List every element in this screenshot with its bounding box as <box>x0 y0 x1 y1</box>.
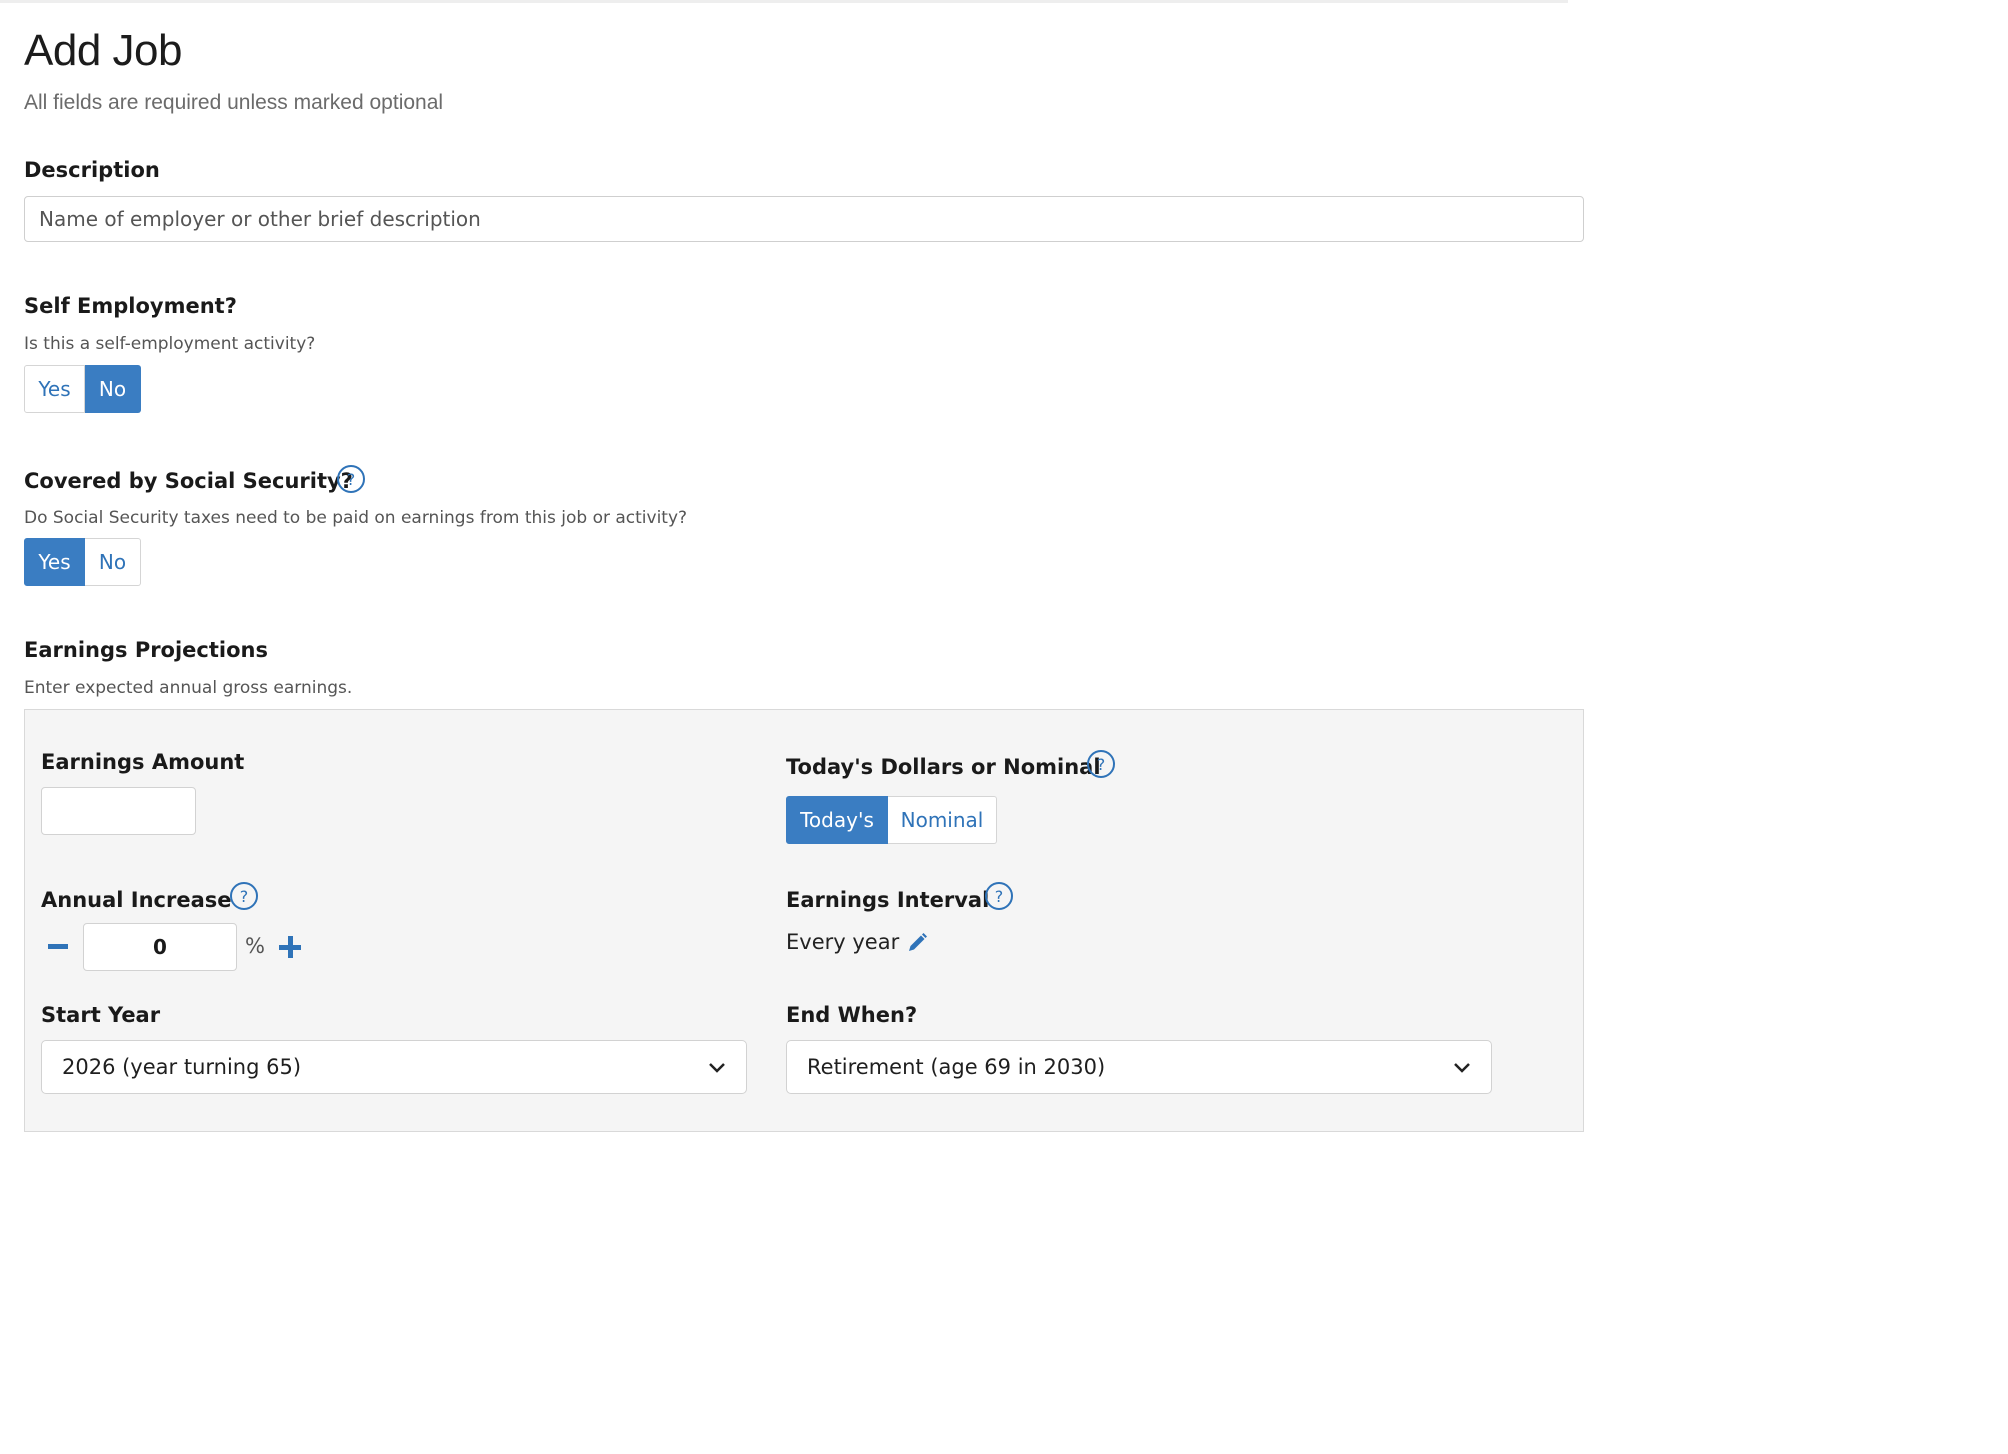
percent-unit: % <box>245 934 265 958</box>
annual-increase-label: Annual Increase <box>41 888 232 912</box>
earnings-interval-value: Every year <box>786 930 900 954</box>
description-label: Description <box>24 158 160 182</box>
start-year-selected: 2026 (year turning 65) <box>62 1055 302 1079</box>
top-border <box>0 0 1568 3</box>
dollars-type-label: Today's Dollars or Nominal <box>786 755 1101 779</box>
minus-icon[interactable] <box>48 944 68 949</box>
earnings-interval-label: Earnings Interval <box>786 888 990 912</box>
earnings-projections-hint: Enter expected annual gross earnings. <box>24 678 353 698</box>
start-year-select[interactable]: 2026 (year turning 65) <box>41 1040 747 1094</box>
dollars-type-toggle: Today's Nominal <box>786 796 997 844</box>
help-circle-icon[interactable]: ? <box>985 882 1013 910</box>
pencil-icon[interactable] <box>906 932 928 954</box>
end-when-selected: Retirement (age 69 in 2030) <box>807 1055 1106 1079</box>
todays-dollars-button[interactable]: Today's <box>786 796 888 844</box>
earnings-amount-label: Earnings Amount <box>41 750 245 774</box>
social-security-toggle: Yes No <box>24 538 141 586</box>
end-when-select[interactable]: Retirement (age 69 in 2030) <box>786 1040 1492 1094</box>
chevron-down-icon <box>708 1055 726 1079</box>
help-circle-icon[interactable]: ? <box>337 465 365 493</box>
help-circle-icon[interactable]: ? <box>1087 750 1115 778</box>
chevron-down-icon <box>1453 1055 1471 1079</box>
social-security-label: Covered by Social Security? <box>24 469 353 493</box>
end-when-label: End When? <box>786 1003 918 1027</box>
self-employment-yes-button[interactable]: Yes <box>24 365 85 413</box>
nominal-button[interactable]: Nominal <box>888 796 997 844</box>
earnings-amount-input[interactable] <box>41 787 196 835</box>
social-security-no-button[interactable]: No <box>85 538 141 586</box>
self-employment-toggle: Yes No <box>24 365 141 413</box>
self-employment-hint: Is this a self-employment activity? <box>24 334 316 354</box>
page-subtitle: All fields are required unless marked op… <box>24 91 444 114</box>
earnings-projections-label: Earnings Projections <box>24 638 268 662</box>
plus-icon[interactable] <box>279 936 301 958</box>
social-security-yes-button[interactable]: Yes <box>24 538 85 586</box>
social-security-hint: Do Social Security taxes need to be paid… <box>24 508 688 528</box>
page-title: Add Job <box>24 26 182 75</box>
self-employment-label: Self Employment? <box>24 294 237 318</box>
start-year-label: Start Year <box>41 1003 161 1027</box>
help-circle-icon[interactable]: ? <box>230 882 258 910</box>
description-input[interactable] <box>24 196 1584 242</box>
self-employment-no-button[interactable]: No <box>85 365 141 413</box>
annual-increase-input[interactable] <box>83 923 237 971</box>
